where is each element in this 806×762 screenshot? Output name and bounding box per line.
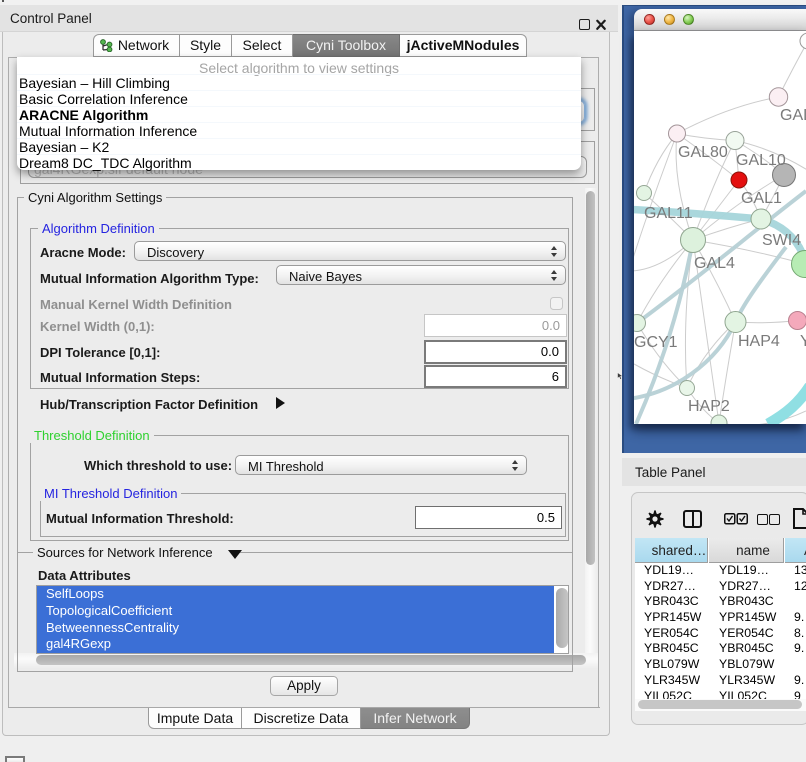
svg-text:GAL80: GAL80	[678, 144, 728, 161]
svg-text:GAL: GAL	[780, 107, 806, 124]
svg-text:GAL4: GAL4	[694, 255, 735, 272]
svg-text:GAL1: GAL1	[741, 190, 782, 207]
svg-text:HAP2: HAP2	[688, 398, 730, 415]
svg-text:GAL11: GAL11	[644, 205, 693, 222]
svg-text:GCY1: GCY1	[634, 334, 678, 351]
svg-text:GAL10: GAL10	[736, 152, 786, 169]
svg-text:HAP4: HAP4	[738, 333, 780, 350]
svg-text:Y: Y	[800, 333, 806, 350]
svg-text:SWI4: SWI4	[762, 232, 801, 249]
